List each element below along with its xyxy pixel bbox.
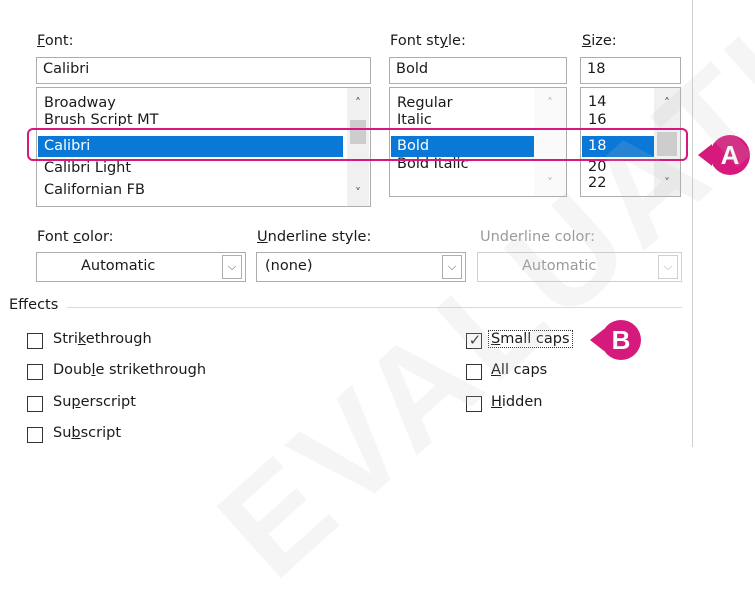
size-item[interactable]: 22 <box>582 174 606 192</box>
callout-a-badge: A <box>710 135 750 175</box>
size-item[interactable]: 16 <box>582 112 606 128</box>
chevron-down-icon: ⌵ <box>658 255 678 279</box>
chevron-up-icon[interactable]: ˄ <box>654 94 680 112</box>
chevron-down-icon[interactable]: ˅ <box>347 184 369 202</box>
small-caps-checkbox[interactable]: ✓ <box>466 331 482 349</box>
all-caps-label[interactable]: All caps <box>491 362 547 378</box>
font-dialog: Font: Calibri Broadway Brush Script MT C… <box>0 0 693 447</box>
subscript-checkbox[interactable] <box>27 427 43 443</box>
chevron-up-icon[interactable]: ˄ <box>347 94 369 112</box>
underline-color-label: Underline color: <box>480 229 596 245</box>
underline-color-dropdown[interactable]: Automatic ⌵ <box>477 252 682 282</box>
strikethrough-checkbox[interactable] <box>27 333 43 349</box>
callout-a-highlight <box>27 128 688 161</box>
font-name-input[interactable]: Calibri <box>36 57 371 84</box>
font-list-item[interactable]: Californian FB <box>38 180 145 201</box>
font-style-label: Font style: <box>390 33 466 49</box>
superscript-checkbox[interactable] <box>27 396 43 412</box>
size-item[interactable]: 14 <box>582 93 606 111</box>
subscript-label[interactable]: Subscript <box>53 425 121 441</box>
font-list-item[interactable]: Brush Script MT <box>38 110 159 126</box>
font-style-input[interactable]: Bold <box>389 57 567 84</box>
font-color-label: Font color: <box>37 229 114 245</box>
font-color-dropdown[interactable]: Automatic ⌵ <box>36 252 246 282</box>
hidden-checkbox[interactable] <box>466 396 482 412</box>
font-list-item[interactable]: Calibri Light <box>38 158 131 179</box>
chevron-down-icon: ˅ <box>547 176 553 190</box>
double-strikethrough-label[interactable]: Double strikethrough <box>53 362 206 378</box>
superscript-label[interactable]: Superscript <box>53 394 136 410</box>
font-style-item[interactable]: Italic <box>391 110 432 126</box>
checkmark-icon: ✓ <box>468 331 482 349</box>
effects-divider <box>67 307 682 308</box>
small-caps-label[interactable]: Small caps <box>488 330 573 348</box>
chevron-up-icon: ˄ <box>547 96 553 110</box>
size-label: Size: <box>582 33 617 49</box>
underline-style-dropdown[interactable]: (none) ⌵ <box>256 252 466 282</box>
strikethrough-label[interactable]: Strikethrough <box>53 331 152 347</box>
effects-title: Effects <box>9 297 59 313</box>
chevron-down-icon[interactable]: ⌵ <box>442 255 462 279</box>
hidden-label[interactable]: Hidden <box>491 394 542 410</box>
underline-style-label: Underline style: <box>257 229 372 245</box>
callout-b-badge: B <box>601 320 641 360</box>
font-label: Font: <box>37 33 74 49</box>
size-input[interactable]: 18 <box>580 57 681 84</box>
all-caps-checkbox[interactable] <box>466 364 482 380</box>
chevron-down-icon[interactable]: ˅ <box>654 174 680 192</box>
chevron-down-icon[interactable]: ⌵ <box>222 255 242 279</box>
double-strikethrough-checkbox[interactable] <box>27 364 43 380</box>
